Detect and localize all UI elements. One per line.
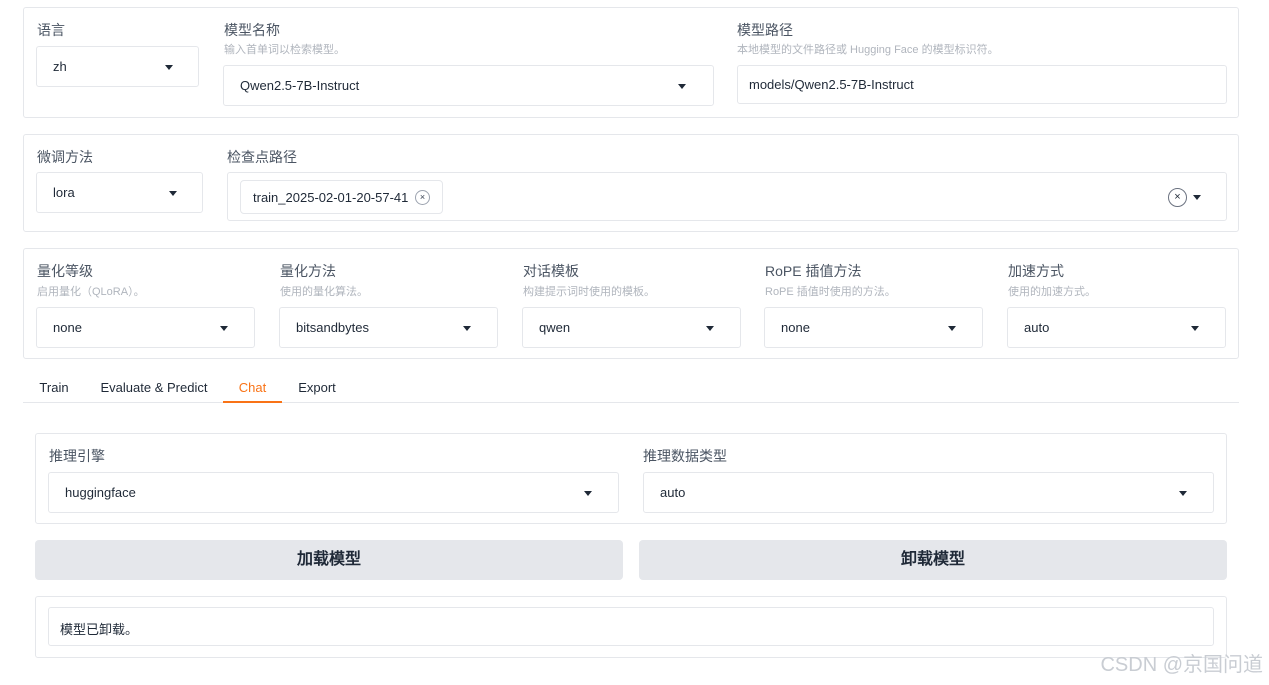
booster-dropdown[interactable]: auto (1007, 307, 1226, 348)
caret-down-icon (463, 326, 471, 331)
booster-info: 使用的加速方式。 (1008, 286, 1096, 298)
load-model-button[interactable]: 加载模型 (35, 540, 623, 580)
clear-icon[interactable]: × (1168, 188, 1187, 207)
quant-bit-info: 启用量化（QLoRA）。 (37, 286, 145, 298)
infer-dtype-label: 推理数据类型 (643, 448, 727, 464)
checkpoint-label: 检查点路径 (227, 149, 297, 165)
template-info: 构建提示词时使用的模板。 (523, 286, 655, 298)
model-path-input[interactable]: models/Qwen2.5-7B-Instruct (737, 65, 1227, 104)
watermark: CSDN @京国问道 (1100, 654, 1263, 676)
close-icon[interactable]: × (415, 190, 430, 205)
caret-down-icon (584, 491, 592, 496)
model-name-value: Qwen2.5-7B-Instruct (240, 78, 360, 93)
quant-method-value: bitsandbytes (296, 320, 369, 335)
status-box[interactable]: 模型已卸载。 (48, 607, 1214, 646)
unload-model-button[interactable]: 卸载模型 (639, 540, 1227, 580)
booster-value: auto (1024, 320, 1050, 335)
caret-down-icon (948, 326, 956, 331)
quant-bit-label: 量化等级 (37, 263, 93, 279)
caret-down-icon (1193, 195, 1201, 200)
tab-evaluate-predict[interactable]: Evaluate & Predict (92, 372, 216, 403)
rope-dropdown[interactable]: none (764, 307, 983, 348)
template-value: qwen (539, 320, 571, 335)
rope-info: RoPE 插值时使用的方法。 (765, 286, 896, 298)
finetune-method-dropdown[interactable]: lora (36, 172, 203, 213)
checkpoint-token: train_2025-02-01-20-57-41 × (240, 180, 443, 214)
infer-dtype-value: auto (660, 485, 686, 500)
lang-dropdown[interactable]: zh (36, 46, 199, 87)
finetune-panel: 微调方法 lora 检查点路径 train_2025-02-01-20-57-4… (23, 134, 1239, 232)
finetune-method-label: 微调方法 (37, 149, 93, 165)
infer-backend-dropdown[interactable]: huggingface (48, 472, 619, 513)
infer-panel: 推理引擎 huggingface 推理数据类型 auto (35, 433, 1227, 524)
model-path-info: 本地模型的文件路径或 Hugging Face 的模型标识符。 (737, 44, 999, 56)
caret-down-icon (706, 326, 714, 331)
model-name-info: 输入首单词以检索模型。 (224, 44, 345, 56)
infer-dtype-dropdown[interactable]: auto (643, 472, 1214, 513)
finetune-method-value: lora (53, 185, 75, 200)
tab-export[interactable]: Export (290, 372, 344, 403)
status-text: 模型已卸载。 (60, 622, 139, 637)
rope-label: RoPE 插值方法 (765, 263, 862, 279)
lang-label: 语言 (37, 22, 65, 38)
rope-value: none (781, 320, 810, 335)
tab-train[interactable]: Train (31, 372, 77, 403)
model-name-dropdown[interactable]: Qwen2.5-7B-Instruct (223, 65, 714, 106)
tab-chat[interactable]: Chat (223, 372, 282, 403)
infer-backend-label: 推理引擎 (49, 448, 105, 464)
quant-bit-value: none (53, 320, 82, 335)
caret-down-icon (1179, 491, 1187, 496)
caret-down-icon (220, 326, 228, 331)
advanced-panel: 量化等级 启用量化（QLoRA）。 none 量化方法 使用的量化算法。 bit… (23, 248, 1239, 359)
model-name-label: 模型名称 (224, 22, 280, 38)
booster-label: 加速方式 (1008, 263, 1064, 279)
lang-value: zh (53, 59, 67, 74)
checkpoint-token-label: train_2025-02-01-20-57-41 (253, 190, 409, 205)
caret-down-icon (165, 65, 173, 70)
status-panel: 模型已卸载。 (35, 596, 1227, 658)
infer-backend-value: huggingface (65, 485, 136, 500)
quant-method-label: 量化方法 (280, 263, 336, 279)
caret-down-icon (1191, 326, 1199, 331)
model-panel: 语言 zh 模型名称 输入首单词以检索模型。 Qwen2.5-7B-Instru… (23, 7, 1239, 118)
quant-method-dropdown[interactable]: bitsandbytes (279, 307, 498, 348)
caret-down-icon (678, 84, 686, 89)
model-path-label: 模型路径 (737, 22, 793, 38)
caret-down-icon (169, 191, 177, 196)
template-dropdown[interactable]: qwen (522, 307, 741, 348)
quant-method-info: 使用的量化算法。 (280, 286, 368, 298)
model-path-value: models/Qwen2.5-7B-Instruct (749, 77, 914, 92)
template-label: 对话模板 (523, 263, 579, 279)
checkpoint-multiselect[interactable]: train_2025-02-01-20-57-41 × × (227, 172, 1227, 221)
quant-bit-dropdown[interactable]: none (36, 307, 255, 348)
